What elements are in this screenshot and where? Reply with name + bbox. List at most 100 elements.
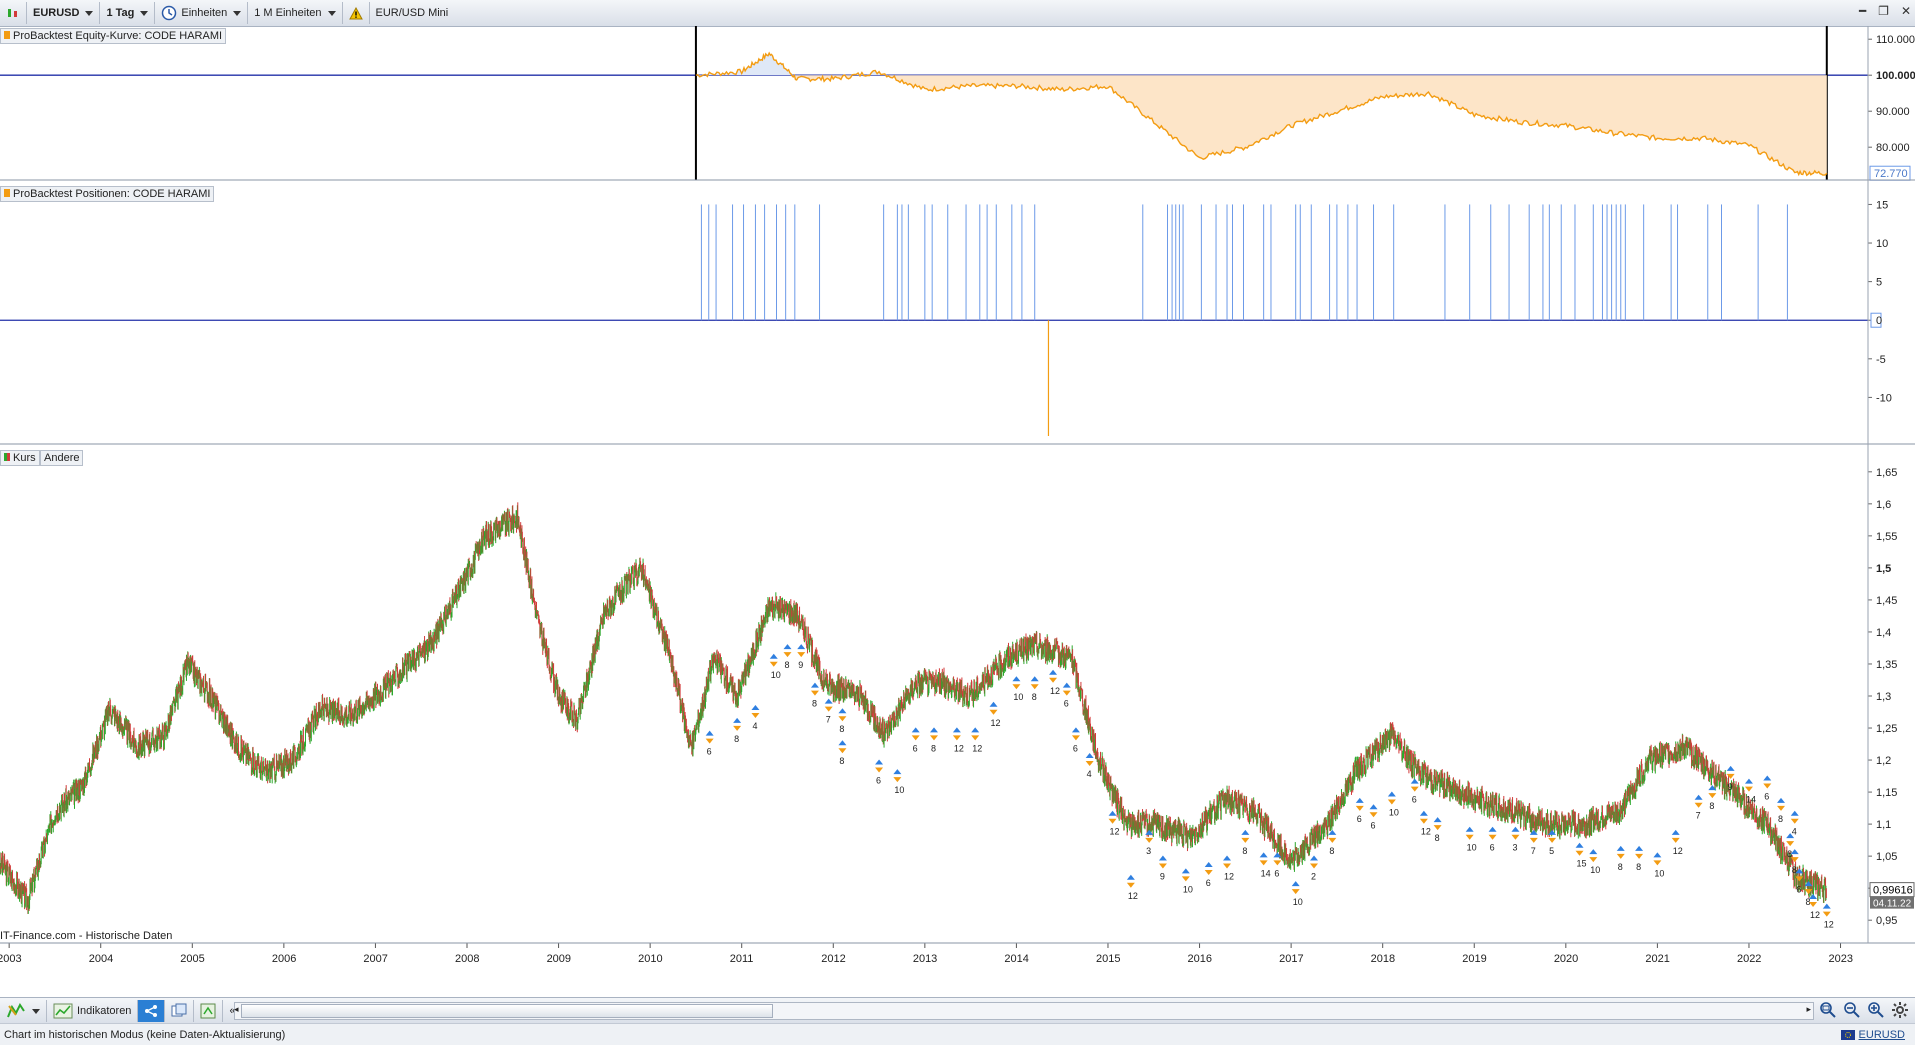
minimize-icon[interactable]: ━ — [1859, 4, 1866, 18]
copy-icon — [171, 1003, 187, 1017]
buy-arrow-icon — [751, 705, 760, 711]
year-label: 2007 — [363, 953, 387, 965]
sell-arrow-icon — [1310, 863, 1319, 869]
sell-arrow-icon — [1653, 860, 1662, 866]
buy-arrow-icon — [1291, 881, 1300, 887]
price-axis-label: 1,5 — [1876, 563, 1891, 575]
price-axis-label: 1,25 — [1876, 723, 1897, 735]
positions-axis-label: 5 — [1876, 277, 1882, 289]
trade-marker: 8 — [810, 682, 819, 709]
trade-count-label: 12 — [1224, 872, 1234, 882]
year-label: 2005 — [180, 953, 204, 965]
buy-arrow-icon — [911, 727, 920, 733]
andere-label[interactable]: Andere — [40, 450, 84, 466]
trade-marker: 7 — [824, 698, 833, 725]
trade-marker: 8 — [838, 740, 847, 766]
sell-arrow-icon — [1786, 841, 1795, 847]
indicators-button[interactable]: Indikatoren — [47, 1000, 139, 1022]
sell-arrow-icon — [1328, 837, 1337, 843]
sell-arrow-icon — [797, 652, 806, 658]
equity-axis-label: 80.000 — [1876, 142, 1910, 154]
buy-arrow-icon — [1049, 669, 1058, 675]
sell-arrow-icon — [1777, 805, 1786, 811]
chart-area[interactable]: 110.000100.00090.00080.00072.770 151050-… — [0, 26, 1915, 997]
sell-arrow-icon — [1223, 863, 1232, 869]
equity-axis-label: 90.000 — [1876, 106, 1910, 118]
clock-icon — [162, 5, 177, 21]
sell-arrow-icon — [1181, 876, 1190, 882]
copy-chart-button[interactable] — [165, 1000, 195, 1022]
trade-count-label: 9 — [798, 660, 803, 670]
price-axis-label: 1,6 — [1876, 499, 1891, 511]
buy-arrow-icon — [930, 727, 938, 733]
trade-marker: 2 — [1310, 855, 1319, 882]
scroll-right-icon[interactable]: ▸ — [1806, 1004, 1811, 1015]
year-label: 2021 — [1645, 953, 1669, 965]
trade-count-label: 6 — [1412, 795, 1417, 805]
symbol-link[interactable]: EURUSD — [1859, 1029, 1905, 1041]
sell-arrow-icon — [989, 709, 998, 715]
buy-arrow-icon — [1465, 826, 1474, 832]
chart-type-selector[interactable] — [0, 2, 27, 24]
sell-arrow-icon — [1635, 853, 1644, 859]
year-label: 2016 — [1188, 953, 1212, 965]
scroll-left-icon[interactable]: ◂ — [234, 1004, 239, 1015]
units-dropdown[interactable]: Einheiten — [155, 2, 249, 24]
equity-panel-label[interactable]: ProBacktest Equity-Kurve: CODE HARAMI — [0, 28, 227, 44]
price-axis-label: 1,55 — [1876, 531, 1897, 543]
status-text: Chart im historischen Modus (keine Daten… — [4, 1028, 286, 1041]
period-dropdown[interactable]: 1 M Einheiten — [248, 2, 343, 24]
drawing-tools-button[interactable] — [0, 1000, 47, 1022]
flag-icon — [1840, 1029, 1855, 1040]
sell-arrow-icon — [1763, 783, 1772, 789]
sell-arrow-icon — [838, 748, 847, 754]
sell-arrow-icon — [1529, 837, 1538, 843]
warning-button[interactable] — [343, 2, 370, 24]
buy-arrow-icon — [838, 708, 847, 714]
trade-count-label: 15 — [1577, 859, 1587, 869]
trade-count-label: 8 — [812, 699, 817, 709]
close-icon[interactable]: ✕ — [1901, 4, 1911, 18]
scrollbar-thumb[interactable] — [241, 1004, 773, 1018]
buy-arrow-icon — [1085, 753, 1094, 759]
settings-icon[interactable] — [1891, 1001, 1909, 1019]
trade-marker: 12 — [971, 727, 982, 753]
positions-panel-label[interactable]: ProBacktest Positionen: CODE HARAMI — [0, 186, 215, 202]
buy-arrow-icon — [1653, 852, 1662, 858]
buy-arrow-icon — [838, 740, 847, 746]
sell-arrow-icon — [1410, 786, 1419, 792]
share-button[interactable] — [138, 1000, 166, 1022]
kurs-label[interactable]: Kurs — [0, 450, 40, 466]
restore-icon[interactable]: ❐ — [1878, 4, 1889, 18]
trade-marker: 8 — [930, 727, 938, 753]
trade-marker: 4 — [751, 705, 760, 731]
units-label: Einheiten — [181, 7, 228, 19]
sell-arrow-icon — [893, 777, 902, 783]
buy-arrow-icon — [1822, 903, 1831, 909]
year-label: 2015 — [1096, 953, 1120, 965]
export-icon — [200, 1003, 216, 1019]
data-source-label: IT-Finance.com - Historische Daten — [0, 930, 172, 942]
buy-arrow-icon — [893, 769, 902, 775]
timeframe-dropdown[interactable]: 1 Tag — [100, 2, 156, 24]
warning-icon — [348, 6, 363, 19]
buy-arrow-icon — [1108, 810, 1117, 816]
zoom-fit-icon[interactable] — [1819, 1001, 1837, 1019]
chevron-down-icon — [233, 10, 242, 16]
trade-count-label: 8 — [1709, 801, 1714, 811]
window-controls: ━ ❐ ✕ — [1859, 4, 1911, 18]
buy-arrow-icon — [1433, 817, 1442, 823]
export-button[interactable] — [194, 1000, 224, 1022]
symbol-dropdown[interactable]: EURUSD — [27, 2, 101, 24]
sell-arrow-icon — [1108, 818, 1117, 824]
buy-arrow-icon — [1071, 727, 1080, 733]
trade-count-label: 7 — [826, 715, 831, 725]
zoom-in-icon[interactable] — [1867, 1001, 1885, 1019]
equity-axis-label: 100.000 — [1876, 70, 1915, 82]
year-label: 2004 — [89, 953, 113, 965]
buy-arrow-icon — [783, 644, 792, 650]
horizontal-scrollbar[interactable]: ◂ ▸ — [234, 1002, 1814, 1020]
x-axis: 2003 2004 2005 2006 2007 2008 2009 2010 2011 2012… — [0, 943, 1853, 965]
zoom-out-icon[interactable] — [1843, 1001, 1861, 1019]
trade-marker: 12 — [1419, 810, 1431, 837]
